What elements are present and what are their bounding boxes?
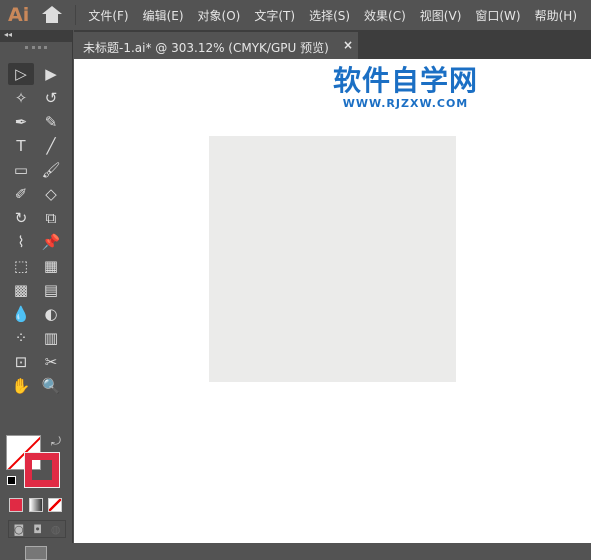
hand-tool-icon[interactable]: ✋: [8, 375, 34, 397]
default-colors-icon[interactable]: [7, 476, 16, 485]
menu-item[interactable]: 窗口(W): [475, 7, 520, 24]
mesh-tool-icon[interactable]: ▩: [8, 279, 34, 301]
gradient-tool-icon[interactable]: ▤: [38, 279, 64, 301]
pen-tool-icon[interactable]: ✒: [8, 111, 34, 133]
lasso-tool-icon[interactable]: ↺: [38, 87, 64, 109]
draw-normal-icon[interactable]: ◙: [14, 523, 25, 536]
watermark: 软件自学网 WWW.RJZXW.COM: [333, 59, 478, 110]
none-mode-button[interactable]: [48, 498, 62, 512]
slice-tool-icon[interactable]: ✂: [38, 351, 64, 373]
canvas[interactable]: 软件自学网 WWW.RJZXW.COM: [74, 59, 591, 543]
menu-item[interactable]: 对象(O): [198, 7, 241, 24]
menu-item[interactable]: 视图(V): [420, 7, 462, 24]
rotate-tool-icon[interactable]: ↻: [8, 207, 34, 229]
tools-panel: ◂◂ ▷ ▶ ✧ ↺ ✒ ✎ T ╱ ▭ 🖌 ✐ ◇ ↻ ⧉ ⌇ 📌 ⬚ ▦ ▩ ▤ 💧 ◐ ⁘ ▥ ⊡ ✂ ✋ 🔍 ⤾ ◙ ◘ ◍: [0, 30, 73, 560]
direct-selection-tool-icon[interactable]: ▶: [38, 63, 64, 85]
panel-grip[interactable]: [25, 46, 47, 50]
swap-colors-icon[interactable]: ⤾: [51, 434, 61, 449]
menu-item[interactable]: 编辑(E): [143, 7, 184, 24]
type-tool-icon[interactable]: T: [8, 135, 34, 157]
document-tab-bar: 未标题-1.ai* @ 303.12% (CMYK/GPU 预览) ×: [74, 30, 591, 59]
divider: [75, 5, 77, 25]
draw-behind-icon[interactable]: ◘: [33, 523, 42, 536]
stroke-swatch[interactable]: [24, 452, 60, 488]
document-tab-title: 未标题-1.ai* @ 303.12% (CMYK/GPU 预览): [83, 41, 329, 55]
magic-wand-tool-icon[interactable]: ✧: [8, 87, 34, 109]
watermark-title: 软件自学网: [333, 64, 479, 97]
menu-item[interactable]: 效果(C): [364, 7, 406, 24]
menu-item[interactable]: 帮助(H): [535, 7, 577, 24]
shaper-tool-icon[interactable]: ✐: [8, 183, 34, 205]
artboard-rectangle[interactable]: [209, 136, 456, 382]
scale-tool-icon[interactable]: ⧉: [38, 207, 64, 229]
document-tab[interactable]: 未标题-1.ai* @ 303.12% (CMYK/GPU 预览) ×: [74, 32, 358, 59]
curvature-tool-icon[interactable]: ✎: [38, 111, 64, 133]
collapse-panel-button[interactable]: ◂◂: [0, 30, 72, 42]
menu-item[interactable]: 选择(S): [309, 7, 350, 24]
selection-tool-icon[interactable]: ▷: [8, 63, 34, 85]
line-segment-tool-icon[interactable]: ╱: [38, 135, 64, 157]
paintbrush-tool-icon[interactable]: 🖌: [38, 159, 64, 181]
menu-item[interactable]: 文字(T): [254, 7, 295, 24]
close-icon[interactable]: ×: [343, 38, 353, 52]
rectangle-tool-icon[interactable]: ▭: [8, 159, 34, 181]
screen-mode-icon[interactable]: [25, 546, 47, 560]
column-graph-tool-icon[interactable]: ▥: [38, 327, 64, 349]
menu-bar: Ai 文件(F) 编辑(E) 对象(O) 文字(T) 选择(S) 效果(C) 视图(V) 窗口…: [0, 0, 591, 30]
menu-item[interactable]: 文件(F): [88, 7, 128, 24]
home-icon[interactable]: [41, 6, 62, 24]
draw-inside-icon[interactable]: ◍: [51, 523, 61, 536]
perspective-grid-tool-icon[interactable]: ▦: [38, 255, 64, 277]
width-tool-icon[interactable]: ⌇: [8, 231, 34, 253]
artboard-tool-icon[interactable]: ⊡: [8, 351, 34, 373]
color-mode-button[interactable]: [9, 498, 23, 512]
blend-tool-icon[interactable]: ◐: [38, 303, 64, 325]
free-transform-tool-icon[interactable]: ⬚: [8, 255, 34, 277]
eraser-tool-icon[interactable]: ◇: [38, 183, 64, 205]
zoom-tool-icon[interactable]: 🔍: [38, 375, 64, 397]
app-logo: Ai: [8, 4, 30, 26]
symbol-sprayer-tool-icon[interactable]: ⁘: [8, 327, 34, 349]
puppet-warp-tool-icon[interactable]: 📌: [38, 231, 64, 253]
watermark-url: WWW.RJZXW.COM: [342, 97, 469, 110]
gradient-mode-button[interactable]: [29, 498, 43, 512]
eyedropper-tool-icon[interactable]: 💧: [8, 303, 34, 325]
